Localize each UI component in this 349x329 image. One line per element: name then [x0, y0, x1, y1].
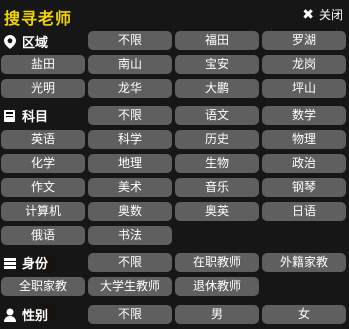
- subject-option-button[interactable]: 奥数: [88, 202, 172, 221]
- panel-header: 搜寻老师 ✖ 关闭: [0, 0, 349, 30]
- subject-option-button[interactable]: 政治: [262, 154, 346, 173]
- person-icon: [4, 308, 16, 322]
- region-option-button[interactable]: 罗湖: [262, 31, 346, 50]
- subject-option-button[interactable]: 作文: [1, 178, 85, 197]
- subject-option-button[interactable]: 钢琴: [262, 178, 346, 197]
- gender-label: 性别: [4, 305, 48, 324]
- subject-option-button[interactable]: 音乐: [175, 178, 259, 197]
- gender-option-button[interactable]: 不限: [88, 305, 172, 324]
- region-option-button[interactable]: 盐田: [1, 55, 85, 74]
- subject-option-button[interactable]: 科学: [88, 130, 172, 149]
- subject-option-button[interactable]: 语文: [175, 106, 259, 125]
- book-icon: [4, 109, 15, 122]
- location-pin-icon: [4, 34, 16, 49]
- identity-option-button[interactable]: 大学生教师: [88, 277, 172, 296]
- close-label: 关闭: [318, 8, 343, 22]
- id-card-icon: [4, 257, 16, 269]
- region-option-button[interactable]: 大鹏: [175, 79, 259, 98]
- subject-option-button[interactable]: 英语: [1, 130, 85, 149]
- gender-option-button[interactable]: 男: [175, 305, 259, 324]
- identity-option-button[interactable]: 不限: [88, 253, 172, 272]
- subject-option-button[interactable]: 历史: [175, 130, 259, 149]
- region-option-button[interactable]: 龙岗: [262, 55, 346, 74]
- region-option-button[interactable]: 光明: [1, 79, 85, 98]
- subject-option-button[interactable]: 数学: [262, 106, 346, 125]
- gender-option-button[interactable]: 女: [262, 305, 346, 324]
- region-option-button[interactable]: 不限: [88, 31, 172, 50]
- search-teacher-panel: 搜寻老师 ✖ 关闭 区域 不限 福田 罗湖 盐田 南山 宝安 龙岗 光明 龙华 大鹏 坪山 科目 不…: [0, 0, 349, 329]
- identity-option-button[interactable]: 在职教师: [175, 253, 259, 272]
- subject-option-button[interactable]: 生物: [175, 154, 259, 173]
- subject-option-button[interactable]: 化学: [1, 154, 85, 173]
- subject-option-button[interactable]: 地理: [88, 154, 172, 173]
- subject-option-button[interactable]: 奥英: [175, 202, 259, 221]
- identity-label: 身份: [4, 253, 48, 272]
- panel-title: 搜寻老师: [4, 9, 73, 28]
- region-option-button[interactable]: 福田: [175, 31, 259, 50]
- subject-option-button[interactable]: 美术: [88, 178, 172, 197]
- region-label: 区域: [4, 32, 48, 51]
- region-option-button[interactable]: 宝安: [175, 55, 259, 74]
- identity-option-button[interactable]: 全职家教: [1, 277, 85, 296]
- region-option-button[interactable]: 坪山: [262, 79, 346, 98]
- identity-option-button[interactable]: 外籍家教: [262, 253, 346, 272]
- region-option-button[interactable]: 龙华: [88, 79, 172, 98]
- close-icon: ✖: [302, 6, 314, 23]
- subject-option-button[interactable]: 物理: [262, 130, 346, 149]
- subject-option-button[interactable]: 俄语: [1, 226, 85, 245]
- subject-label: 科目: [4, 106, 48, 125]
- region-option-button[interactable]: 南山: [88, 55, 172, 74]
- close-button[interactable]: ✖ 关闭: [302, 6, 343, 23]
- subject-option-button[interactable]: 书法: [88, 226, 172, 245]
- identity-option-button[interactable]: 退休教师: [175, 277, 259, 296]
- subject-option-button[interactable]: 日语: [262, 202, 346, 221]
- subject-option-button[interactable]: 计算机: [1, 202, 85, 221]
- subject-option-button[interactable]: 不限: [88, 106, 172, 125]
